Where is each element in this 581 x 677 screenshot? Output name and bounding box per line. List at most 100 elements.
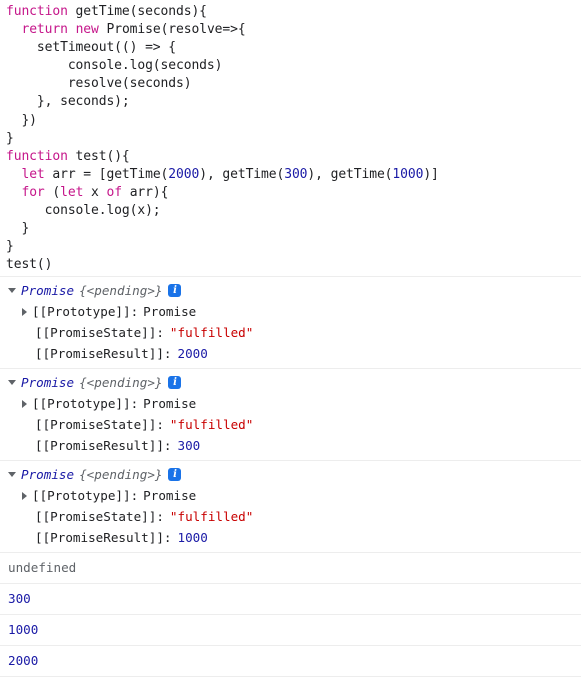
chevron-down-icon[interactable]	[8, 380, 16, 386]
code-line: console.log(seconds)	[6, 57, 575, 75]
info-icon[interactable]: i	[168, 468, 182, 482]
console-return-value: undefined	[0, 552, 581, 583]
code-token-plain: console.log(x);	[6, 203, 161, 219]
promise-result-row: [[PromiseResult]]: 300	[0, 435, 581, 456]
prototype-value: Promise	[143, 488, 197, 504]
code-line: }	[6, 238, 575, 256]
promise-prototype-row[interactable]: [[Prototype]]: Promise	[0, 301, 581, 322]
chevron-down-icon[interactable]	[8, 472, 16, 478]
promise-expand-row[interactable]: Promise {<pending>} i	[0, 280, 581, 301]
code-token-plain: setTimeout(() => {	[6, 40, 176, 56]
promise-pending-label: {<pending>}	[79, 283, 163, 299]
promise-expand-row[interactable]: Promise {<pending>} i	[0, 464, 581, 485]
promise-prototype-row[interactable]: [[Prototype]]: Promise	[0, 485, 581, 506]
code-line: return new Promise(resolve=>{	[6, 21, 575, 39]
code-token-num: 1000	[392, 166, 424, 182]
promise-state-key: [[PromiseState]]:	[35, 325, 164, 341]
code-token-num: 2000	[168, 166, 200, 182]
code-line: console.log(x);	[6, 202, 575, 220]
console-panel: function getTime(seconds){ return new Pr…	[0, 0, 581, 677]
promise-log-entry[interactable]: Promise {<pending>} i [[Prototype]]: Promis…	[0, 368, 581, 460]
code-line: }, seconds);	[6, 93, 575, 111]
promise-log-entry[interactable]: Promise {<pending>} i [[Prototype]]: Promis…	[0, 276, 581, 368]
code-token-kw: function	[6, 4, 68, 19]
chevron-down-icon[interactable]	[8, 288, 16, 294]
prototype-key: [[Prototype]]:	[32, 396, 139, 412]
code-token-plain: resolve(seconds)	[6, 76, 192, 92]
code-token-plain: test()	[6, 257, 53, 273]
prototype-key: [[Prototype]]:	[32, 488, 139, 504]
code-token-plain: arr){	[121, 184, 169, 200]
promise-state-key: [[PromiseState]]:	[35, 509, 164, 525]
code-token-plain: test(){	[67, 148, 130, 164]
code-line: setTimeout(() => {	[6, 39, 575, 57]
chevron-right-icon[interactable]	[22, 491, 27, 500]
promise-pending-label: {<pending>}	[79, 467, 163, 483]
code-token-plain: (	[44, 184, 61, 200]
promise-state-row: [[PromiseState]]: "fulfilled"	[0, 414, 581, 435]
code-line: resolve(seconds)	[6, 75, 575, 93]
console-log-row: 1000	[0, 614, 581, 645]
code-token-kw: let	[21, 166, 45, 182]
code-token-plain: }	[6, 130, 14, 146]
code-token-plain: ), getTime(	[199, 166, 285, 182]
promise-expand-row[interactable]: Promise {<pending>} i	[0, 372, 581, 393]
promise-log-entry[interactable]: Promise {<pending>} i [[Prototype]]: Promis…	[0, 460, 581, 552]
promise-result-value: 2000	[177, 346, 208, 362]
code-token-plain: arr = [getTime(	[44, 166, 169, 182]
info-icon[interactable]: i	[168, 376, 182, 390]
promise-type-label: Promise	[21, 375, 75, 391]
promise-prototype-row[interactable]: [[Prototype]]: Promise	[0, 393, 581, 414]
code-line: function getTime(seconds){	[6, 3, 575, 21]
promise-state-row: [[PromiseState]]: "fulfilled"	[0, 322, 581, 343]
console-log-row: 2000	[0, 645, 581, 677]
promise-result-key: [[PromiseResult]]:	[35, 530, 172, 546]
code-token-plain: )]	[423, 166, 439, 182]
promise-pending-label: {<pending>}	[79, 375, 163, 391]
code-token-num: 300	[284, 166, 308, 182]
promise-state-row: [[PromiseState]]: "fulfilled"	[0, 506, 581, 527]
code-line: let arr = [getTime(2000), getTime(300), …	[6, 166, 575, 184]
code-token-kw: function	[6, 148, 68, 164]
code-line: }	[6, 220, 575, 238]
code-line: test()	[6, 256, 575, 274]
info-icon[interactable]: i	[168, 284, 182, 298]
promise-type-label: Promise	[21, 467, 75, 483]
code-token-plain: console.log(seconds)	[6, 58, 223, 74]
code-token-plain: Promise(resolve=>{	[98, 22, 246, 38]
chevron-right-icon[interactable]	[22, 307, 27, 316]
code-token-plain: })	[6, 112, 37, 128]
code-token-plain: }, seconds);	[6, 94, 130, 110]
promise-result-key: [[PromiseResult]]:	[35, 346, 172, 362]
code-token-plain: getTime(seconds){	[67, 4, 207, 19]
code-token-kw: of	[106, 184, 123, 200]
promise-state-value: "fulfilled"	[169, 509, 254, 525]
promise-state-value: "fulfilled"	[169, 325, 254, 341]
promise-result-value: 1000	[177, 530, 208, 546]
code-token-plain: }	[6, 221, 30, 237]
console-output-container: undefined 300 1000 2000	[0, 552, 581, 677]
code-line: })	[6, 112, 575, 130]
promise-state-key: [[PromiseState]]:	[35, 417, 164, 433]
chevron-right-icon[interactable]	[22, 399, 27, 408]
promise-state-value: "fulfilled"	[169, 417, 254, 433]
code-token-kw: let	[60, 184, 84, 200]
code-token-kw: return	[21, 22, 68, 38]
prototype-value: Promise	[143, 396, 197, 412]
code-token-kw: for	[21, 184, 45, 200]
promise-results-container: Promise {<pending>} i [[Prototype]]: Promis…	[0, 276, 581, 552]
code-line: for (let x of arr){	[6, 184, 575, 202]
code-line: function test(){	[6, 148, 575, 166]
code-token-kw: new	[75, 22, 99, 38]
promise-result-row: [[PromiseResult]]: 1000	[0, 527, 581, 548]
promise-result-row: [[PromiseResult]]: 2000	[0, 343, 581, 364]
code-token-plain: x	[83, 184, 107, 200]
promise-type-label: Promise	[21, 283, 75, 299]
console-log-row: 300	[0, 583, 581, 614]
prototype-key: [[Prototype]]:	[32, 304, 139, 320]
code-token-plain: ), getTime(	[307, 166, 393, 182]
console-input-code[interactable]: function getTime(seconds){ return new Pr…	[0, 0, 581, 276]
